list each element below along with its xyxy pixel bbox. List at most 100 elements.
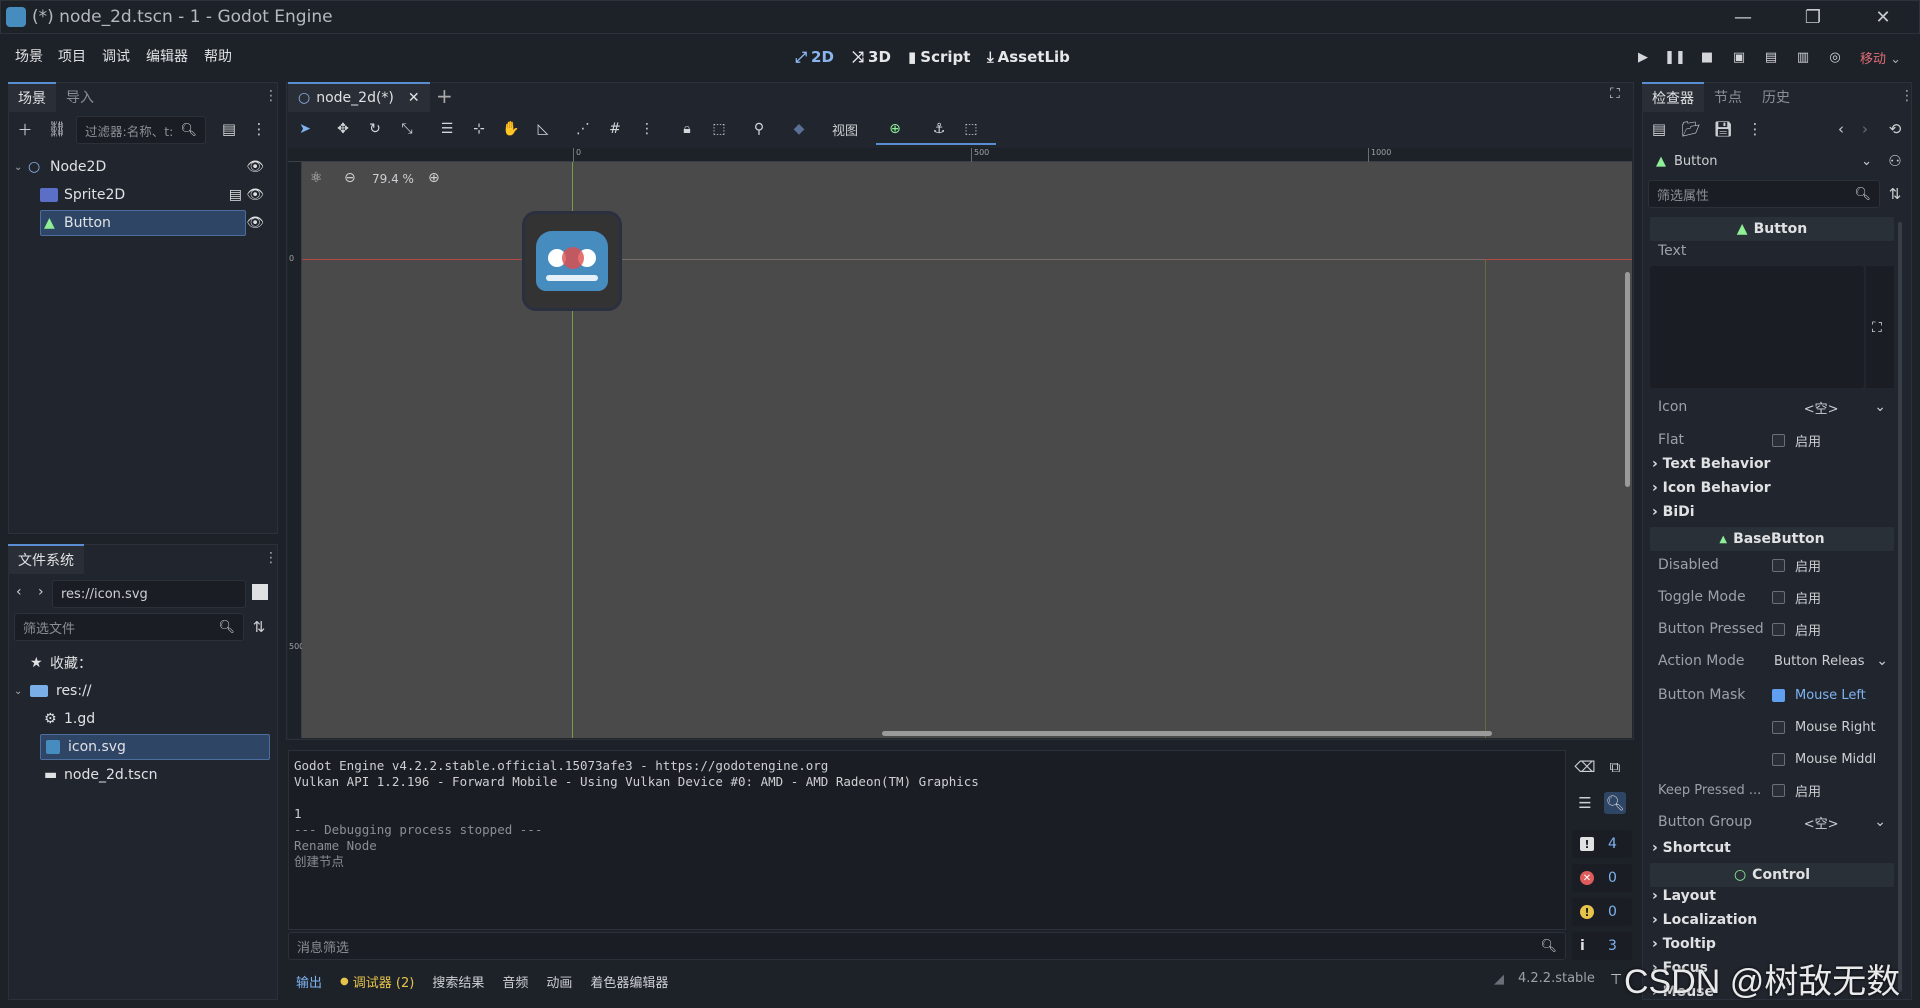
menu-scene[interactable]: 场景 (15, 46, 43, 66)
workspace-3d-button[interactable]: ⤨ 3D (852, 48, 891, 66)
section-basebutton[interactable]: ▲ BaseButton (1650, 527, 1894, 551)
play-custom-scene-button[interactable]: ▥ (1790, 46, 1816, 68)
tab-history[interactable]: 历史 (1752, 82, 1800, 112)
menu-editor[interactable]: 编辑器 (146, 46, 188, 66)
toggle-mode-checkbox[interactable] (1772, 590, 1785, 604)
close-button[interactable]: ✕ (1860, 2, 1906, 32)
add-anchor-icon[interactable]: ⊕ (882, 116, 908, 142)
visibility-eye-icon[interactable]: 👁︎ (246, 187, 264, 203)
camera-override-icon[interactable]: ◆ (786, 116, 812, 142)
keep-pressed-checkbox[interactable] (1772, 783, 1785, 797)
split-mode-icon[interactable] (252, 584, 268, 600)
group-shortcut[interactable]: › Shortcut (1652, 840, 1731, 856)
group-text-behavior[interactable]: › Text Behavior (1652, 456, 1770, 472)
chevron-down-icon[interactable]: ⌄ (1874, 399, 1886, 415)
version-label[interactable]: 4.2.2.stable (1518, 971, 1595, 986)
sort-properties-icon[interactable]: ⇅ (1884, 183, 1906, 205)
tree-node-sprite2d[interactable]: Sprite2D ▤ 👁︎ (40, 182, 270, 208)
history-back-icon[interactable]: ‹ (1830, 118, 1852, 140)
history-forward-icon[interactable]: › (1854, 118, 1876, 140)
res-root-item[interactable]: ⌄ res:// (14, 678, 92, 704)
zoom-level[interactable]: 79.4 % (372, 172, 414, 186)
renderer-select[interactable]: 移动 ⌄ (1860, 48, 1901, 67)
close-tab-icon[interactable]: ✕ (408, 90, 420, 106)
section-button[interactable]: ▲ Button (1650, 217, 1894, 241)
snap-options-icon[interactable]: ⋮ (634, 116, 660, 142)
disabled-checkbox[interactable] (1772, 558, 1785, 572)
expand-icon[interactable]: ⛶ (1872, 320, 1882, 336)
movie-maker-button[interactable]: ◎ (1822, 46, 1848, 68)
selectable-nodes-icon[interactable]: ☰ (434, 116, 460, 142)
add-scene-tab-button[interactable]: + (436, 84, 453, 108)
tab-node[interactable]: 节点 (1704, 82, 1752, 112)
scene-dock-menu-icon[interactable]: ⋮ (264, 88, 278, 104)
group-icon-behavior[interactable]: › Icon Behavior (1652, 480, 1771, 496)
add-node-icon[interactable]: ＋ (14, 118, 36, 140)
group-tooltip[interactable]: › Tooltip (1652, 936, 1716, 952)
scene-more-icon[interactable]: ⋮ (248, 118, 270, 140)
horizontal-scrollbar[interactable] (882, 731, 1492, 736)
open-resource-icon[interactable]: 📂︎ (1680, 118, 1702, 140)
tab-debugger[interactable]: 调试器 (2) (353, 972, 415, 991)
new-resource-icon[interactable]: ▤ (1648, 118, 1670, 140)
visibility-eye-icon[interactable]: 👁︎ (246, 215, 264, 231)
group-layout[interactable]: › Layout (1652, 888, 1716, 904)
icon-resource-picker[interactable]: <空> (1768, 398, 1874, 417)
action-mode-select[interactable]: Button Releas (1768, 654, 1876, 669)
object-selector[interactable]: ▲ Button ⌄ (1648, 147, 1880, 175)
mouse-right-checkbox[interactable] (1772, 720, 1785, 734)
filesystem-menu-icon[interactable]: ⋮ (264, 550, 278, 566)
property-filter-input[interactable]: 筛选属性 🔍︎ (1648, 180, 1880, 208)
collapse-icon[interactable]: ☰ (1574, 792, 1596, 814)
tab-scene[interactable]: 场景 (8, 82, 56, 112)
remote-debug-button[interactable]: ▣ (1726, 46, 1752, 68)
file-filter-input[interactable]: 筛选文件 🔍︎ (14, 613, 244, 641)
chevron-down-icon[interactable]: ⌄ (1876, 653, 1888, 669)
button-group-picker[interactable]: <空> (1768, 813, 1874, 832)
file-item-node2d-tscn[interactable]: ▬ node_2d.tscn (44, 762, 158, 788)
sort-icon[interactable]: ⇅ (248, 616, 270, 638)
menu-help[interactable]: 帮助 (204, 46, 232, 66)
favorites-item[interactable]: ★ 收藏： (30, 650, 92, 676)
clear-log-icon[interactable]: ⌫ (1574, 756, 1596, 778)
tree-node-node2d[interactable]: ⌄ ○ Node2D 👁︎ (14, 154, 270, 180)
info-count-toggle[interactable]: i3 (1572, 932, 1632, 960)
message-count-toggle[interactable]: ! 4 (1572, 830, 1632, 858)
file-item-icon-svg[interactable]: icon.svg (40, 734, 270, 760)
ruler-tool-icon[interactable]: ◺ (530, 116, 556, 142)
tab-inspector[interactable]: 检查器 (1642, 82, 1704, 112)
script-attached-icon[interactable]: ▤ (229, 187, 242, 203)
tab-node2d[interactable]: ○ node_2d(*) ✕ (288, 82, 430, 112)
file-item-1gd[interactable]: ⚙ 1.gd (44, 706, 95, 732)
inspector-scrollbar[interactable] (1898, 222, 1902, 992)
search-toggle-icon[interactable]: 🔍︎ (1604, 792, 1626, 814)
inspector-menu-icon[interactable]: ⋮ (1900, 88, 1914, 104)
workspace-assetlib-button[interactable]: ⤓ AssetLib (987, 48, 1070, 66)
flat-checkbox[interactable] (1772, 433, 1785, 447)
center-view-icon[interactable]: ⚛ (310, 170, 323, 186)
menu-project[interactable]: 项目 (58, 46, 86, 66)
layout-preset-icon[interactable]: ⬚ (958, 116, 984, 142)
grid-snap-icon[interactable]: # (602, 116, 628, 142)
workspace-2d-button[interactable]: ⤢ 2D (795, 48, 834, 66)
object-history-icon[interactable]: ⟲ (1884, 118, 1906, 140)
workspace-script-button[interactable]: ▮ Script (908, 48, 970, 66)
copy-log-icon[interactable]: ⧉ (1604, 756, 1626, 778)
select-tool-icon[interactable]: ➤ (292, 116, 318, 142)
pan-tool-icon[interactable]: ✋ (498, 116, 524, 142)
pause-button[interactable]: ❚❚ (1662, 46, 1688, 68)
tab-search-results[interactable]: 搜索结果 (432, 972, 484, 991)
zoom-in-button[interactable]: ⊕ (428, 170, 440, 186)
group-icon[interactable]: ⬚ (706, 116, 732, 142)
pivot-tool-icon[interactable]: ⊹ (466, 116, 492, 142)
group-localization[interactable]: › Localization (1652, 912, 1757, 928)
stop-button[interactable]: ■ (1694, 46, 1720, 68)
anchor-icon[interactable]: ⚓ (926, 116, 952, 142)
rotate-tool-icon[interactable]: ↻ (362, 116, 388, 142)
bone-icon[interactable]: ⚲ (746, 116, 772, 142)
error-count-toggle[interactable]: ✕ 0 (1572, 864, 1632, 892)
viewport-2d[interactable] (302, 162, 1632, 738)
play-scene-button[interactable]: ▤ (1758, 46, 1784, 68)
text-editor-area[interactable] (1650, 266, 1864, 388)
smart-snap-icon[interactable]: ⋰ (570, 116, 596, 142)
